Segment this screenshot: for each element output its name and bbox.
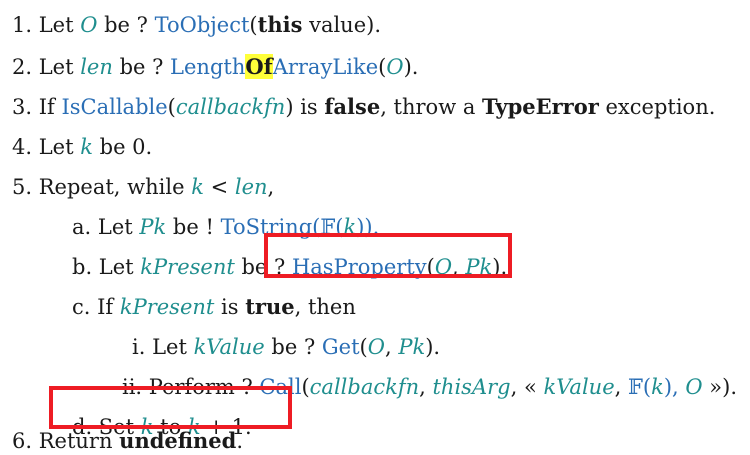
step-4: 4. Let k be 0. [12,135,153,159]
step-number: b. [72,255,93,279]
link-IsCallable[interactable]: IsCallable [61,95,167,119]
link-F[interactable]: 𝔽 [628,375,643,399]
step-number: 1. [12,13,33,37]
variable-Pk: Pk [139,215,167,239]
step-5c-i: i. Let kValue be ? Get(O, Pk). [132,335,441,359]
step-3: 3. If IsCallable(callbackfn) is false, t… [12,94,716,119]
variable-len: len [80,55,113,79]
step-number: 2. [12,55,33,79]
link-Get[interactable]: Get [322,335,360,359]
search-highlight: Of [245,54,273,79]
annotation-box-set-k [49,386,292,429]
step-number: 5. [12,175,33,199]
step-5: 5. Repeat, while k < len, [12,175,275,199]
variable-thisArg: thisArg [432,375,511,399]
variable-O: O [80,13,98,37]
step-5c: c. If kPresent is true, then [72,294,356,319]
variable-callbackfn: callbackfn [175,95,286,119]
link-ToObject[interactable]: ToObject [155,13,250,37]
step-number: i. [132,335,146,359]
link-LengthOfArrayLike[interactable]: LengthOfArrayLike [170,54,378,79]
step-6: 6. Return undefined. [12,428,244,453]
step-number: c. [72,295,91,319]
annotation-box-hasproperty [264,233,512,278]
step-1: 1. Let O be ? ToObject(this value). [12,12,382,37]
step-2: 2. Let len be ? LengthOfArrayLike(O). [12,54,419,79]
variable-kValue: kValue [193,335,265,359]
step-number: 6. [12,429,33,453]
step-number: 4. [12,135,33,159]
variable-kPresent: kPresent [140,255,235,279]
step-number: a. [72,215,92,239]
step-number: 3. [12,95,33,119]
variable-k: k [80,135,93,159]
